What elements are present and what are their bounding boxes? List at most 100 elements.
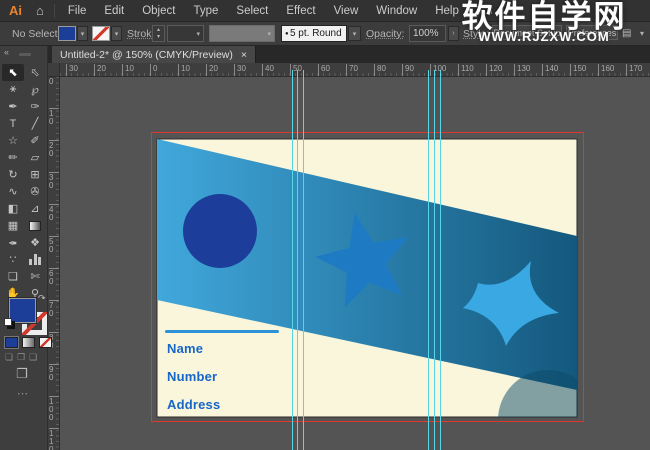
gradient-tool[interactable] — [24, 217, 46, 234]
swap-fill-stroke-icon[interactable]: ↷ — [38, 293, 46, 304]
selection-tool[interactable]: ⬉ — [2, 64, 24, 81]
mesh-tool[interactable]: ▦ — [2, 217, 24, 234]
rotate-tool[interactable]: ↻ — [2, 166, 24, 183]
paint-gradient-button[interactable] — [22, 337, 35, 348]
brush-definition-combo[interactable]: ● 5 pt. Round — [281, 25, 347, 42]
horizontal-ruler[interactable]: 3020100102030405060708090100110120130140… — [60, 63, 650, 77]
ruler-corner[interactable] — [48, 63, 60, 77]
vertical-guide[interactable] — [440, 70, 441, 450]
menu-type[interactable]: Type — [184, 0, 227, 22]
star-shape-tool[interactable]: ☆ — [2, 132, 24, 149]
brush-chevron-down-icon[interactable]: ▾ — [348, 26, 361, 41]
style-panel-link[interactable]: Style: — [463, 28, 489, 40]
tab-bar: Untitled-2* @ 150% (CMYK/Preview) × — [48, 46, 650, 63]
stepper-up-icon[interactable]: ▴ — [157, 27, 160, 34]
chevron-down-icon[interactable]: ▾ — [496, 6, 508, 15]
direct-selection-tool[interactable]: ⬁ — [24, 64, 46, 81]
vertical-guide[interactable] — [297, 70, 298, 450]
width-tool[interactable]: ∿ — [2, 183, 24, 200]
fill-chevron-down-icon[interactable]: ▾ — [77, 26, 88, 41]
variable-width-combo[interactable]: ▾ — [209, 25, 275, 42]
vertical-guide[interactable] — [303, 70, 304, 450]
lasso-tool[interactable]: ℘ — [24, 81, 46, 98]
type-tool[interactable]: T — [2, 115, 24, 132]
slice-tool[interactable]: ✄ — [24, 268, 46, 285]
chevron-down-icon[interactable]: ▾ — [636, 29, 648, 38]
graph-tool[interactable] — [24, 251, 46, 268]
panel-drag-handle[interactable] — [19, 53, 31, 56]
home-icon[interactable]: ⌂ — [30, 3, 50, 18]
blend-tool[interactable]: ❖ — [24, 234, 46, 251]
opacity-input[interactable]: 100% — [409, 25, 446, 42]
h-ruler-label: 20 — [206, 64, 218, 77]
tab-close-icon[interactable]: × — [241, 49, 247, 61]
eraser-tool[interactable]: ▱ — [24, 149, 46, 166]
vertical-guide[interactable] — [428, 70, 429, 450]
symbol-sprayer-tool[interactable]: ∵ — [2, 251, 24, 268]
pen-tool[interactable]: ✒ — [2, 98, 24, 115]
menu-edit[interactable]: Edit — [95, 0, 133, 22]
pencil-tool[interactable]: ✏ — [2, 149, 24, 166]
draw-behind-icon[interactable]: ❐ — [17, 352, 25, 363]
h-ruler-label: 150 — [570, 64, 586, 77]
stroke-chevron-down-icon[interactable]: ▾ — [111, 26, 122, 41]
paintbrush-tool[interactable]: ✐ — [24, 132, 46, 149]
v-ruler-label: 7 0 — [49, 300, 59, 318]
bullet-icon: ● — [285, 31, 289, 37]
opacity-value: 100% — [413, 28, 439, 39]
opacity-panel-link[interactable]: Opacity: — [366, 28, 405, 40]
more-tools-icon[interactable]: ⋯ — [17, 387, 28, 400]
card-number-label[interactable]: Number — [167, 369, 217, 384]
v-ruler-label: 1 0 — [49, 108, 59, 126]
vertical-guide[interactable] — [434, 70, 435, 450]
menu-window[interactable]: Window — [367, 0, 426, 22]
artboard-tool[interactable]: ❏ — [2, 268, 24, 285]
app-logo[interactable]: Ai — [0, 3, 30, 18]
canvas-area[interactable] — [60, 77, 650, 450]
menu-file[interactable]: File — [59, 0, 96, 22]
stroke-weight-stepper[interactable]: ▴ ▾ — [152, 25, 165, 42]
stroke-color-dropdown-swatch[interactable] — [92, 26, 110, 41]
document-setup-button[interactable]: Document Setup — [492, 25, 562, 40]
card-address-label[interactable]: Address — [167, 397, 220, 412]
draw-normal-icon[interactable]: ❏ — [5, 352, 13, 363]
stroke-weight-combo[interactable]: ▾ — [167, 25, 204, 42]
vertical-ruler[interactable]: 01 02 03 04 05 06 07 08 09 01 0 01 1 0 — [48, 77, 60, 450]
line-segment-tool[interactable]: ╱ — [24, 115, 46, 132]
v-ruler-label: 4 0 — [49, 204, 59, 222]
fill-color-dropdown-swatch[interactable] — [58, 26, 76, 41]
eyedropper-tool[interactable]: ✒ — [2, 234, 24, 251]
default-fill-stroke-icon[interactable] — [4, 318, 12, 326]
illustrator-window: Name Number Address 30201001020304050607… — [0, 0, 650, 450]
tool-panel: « ⬉⬁⚹℘✒✑T╱☆✐✏▱↻⊞∿✇◧⊿▦✒❖∵❏✄✋⚲ ↷ ❏ ❐ ❑ ❐ ⋯ — [0, 46, 48, 450]
collapse-panel-icon[interactable]: « — [4, 47, 9, 57]
panel-menu-icon[interactable]: ▤ — [622, 28, 631, 39]
menu-help[interactable]: Help — [426, 0, 468, 22]
menu-effect[interactable]: Effect — [277, 0, 324, 22]
paint-color-button[interactable] — [5, 337, 18, 348]
opacity-arrow-icon[interactable]: › — [448, 26, 459, 41]
menu-view[interactable]: View — [325, 0, 368, 22]
draw-inside-icon[interactable]: ❑ — [29, 352, 37, 363]
separator — [472, 4, 473, 18]
document-tab[interactable]: Untitled-2* @ 150% (CMYK/Preview) × — [52, 46, 256, 63]
fill-color-swatch[interactable] — [9, 298, 36, 323]
preferences-button[interactable]: Preferences — [566, 25, 618, 40]
puppet-warp-tool[interactable]: ✇ — [24, 183, 46, 200]
menu-object[interactable]: Object — [133, 0, 184, 22]
scale-tool[interactable]: ⊞ — [24, 166, 46, 183]
card-name-label[interactable]: Name — [167, 341, 203, 356]
magic-wand-tool[interactable]: ⚹ — [2, 81, 24, 98]
h-ruler-label: 40 — [262, 64, 274, 77]
screen-mode-icon[interactable]: ❐ — [16, 366, 28, 382]
vertical-guide[interactable] — [292, 70, 293, 450]
workspace-switcher-icon[interactable]: ❒ — [477, 4, 496, 17]
curvature-tool[interactable]: ✑ — [24, 98, 46, 115]
menu-select[interactable]: Select — [227, 0, 277, 22]
perspective-grid-tool[interactable]: ⊿ — [24, 200, 46, 217]
stepper-down-icon[interactable]: ▾ — [157, 34, 160, 41]
v-ruler-label: 3 0 — [49, 172, 59, 190]
v-ruler-label: 1 0 0 — [49, 396, 59, 422]
shape-builder-tool[interactable]: ◧ — [2, 200, 24, 217]
paint-none-button[interactable] — [39, 337, 52, 348]
